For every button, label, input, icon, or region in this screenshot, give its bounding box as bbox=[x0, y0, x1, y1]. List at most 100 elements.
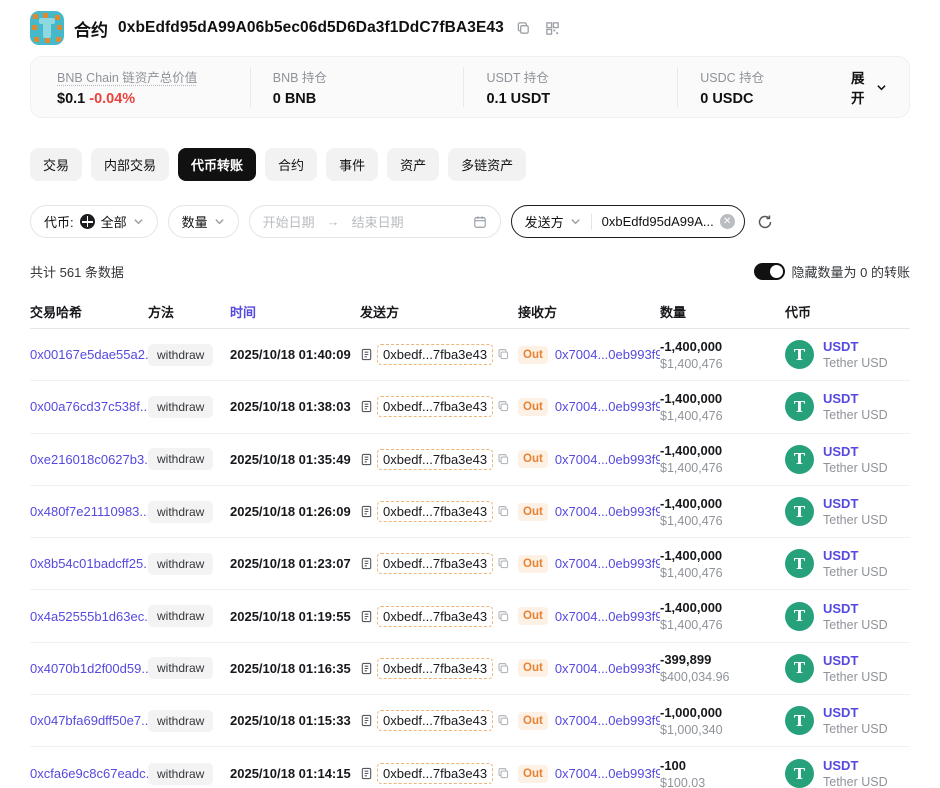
token-symbol-link[interactable]: USDT bbox=[823, 391, 858, 406]
contract-page: 合约 0xbEdfd95dA99A06b5ec06d5D6Da3f1DdC7fB… bbox=[0, 0, 940, 788]
transfer-amount: -1,400,000 bbox=[660, 496, 785, 511]
tab-multichain-assets[interactable]: 多链资产 bbox=[448, 148, 526, 181]
transfer-usd-value: $1,400,476 bbox=[660, 357, 785, 371]
contract-icon bbox=[360, 453, 373, 466]
tab-internal-transactions[interactable]: 内部交易 bbox=[91, 148, 169, 181]
hide-zero-toggle-wrap[interactable]: 隐藏数量为 0 的转账 bbox=[754, 262, 910, 281]
tx-hash-link[interactable]: 0x4070b1d2f00d59... bbox=[30, 661, 148, 676]
table-header: 交易哈希 方法 时间 发送方 接收方 数量 代币 bbox=[30, 295, 910, 329]
transfer-usd-value: $1,000,340 bbox=[660, 723, 785, 737]
total-count-text: 共计 561 条数据 bbox=[30, 262, 124, 281]
tab-assets[interactable]: 资产 bbox=[387, 148, 439, 181]
table-row: 0x00a76cd37c538f... withdraw 2025/10/18 … bbox=[30, 381, 910, 433]
tx-hash-link[interactable]: 0x047bfa69dff50e7... bbox=[30, 713, 148, 728]
receiver-address-link[interactable]: 0x7004...0eb993f92f bbox=[555, 766, 660, 781]
tx-hash-link[interactable]: 0x00167e5dae55a2... bbox=[30, 347, 148, 362]
transfer-usd-value: $1,400,476 bbox=[660, 618, 785, 632]
usdt-token-icon: T bbox=[785, 549, 814, 578]
tab-contract[interactable]: 合约 bbox=[265, 148, 317, 181]
receiver-address-link[interactable]: 0x7004...0eb993f92f bbox=[555, 556, 660, 571]
sender-address[interactable]: 0xbedf...7fba3e43 bbox=[377, 553, 493, 574]
usdt-token-icon: T bbox=[785, 602, 814, 631]
sender-filter-active[interactable]: 发送方 0xbEdfd95dA99A... ✕ bbox=[511, 205, 745, 238]
tx-time: 2025/10/18 01:15:33 bbox=[230, 713, 360, 728]
tx-time: 2025/10/18 01:23:07 bbox=[230, 556, 360, 571]
copy-icon[interactable] bbox=[497, 610, 510, 623]
method-badge: withdraw bbox=[148, 553, 213, 575]
tx-hash-link[interactable]: 0x00a76cd37c538f... bbox=[30, 399, 148, 414]
clear-filter-icon[interactable]: ✕ bbox=[720, 214, 735, 229]
token-name: Tether USD bbox=[823, 461, 888, 475]
table-row: 0x00167e5dae55a2... withdraw 2025/10/18 … bbox=[30, 329, 910, 381]
receiver-address-link[interactable]: 0x7004...0eb993f92f bbox=[555, 347, 660, 362]
tx-hash-link[interactable]: 0x480f7e21110983... bbox=[30, 504, 148, 519]
sender-address[interactable]: 0xbedf...7fba3e43 bbox=[377, 396, 493, 417]
copy-icon[interactable] bbox=[497, 505, 510, 518]
tx-hash-link[interactable]: 0xcfa6e9c8c67eadc... bbox=[30, 766, 148, 781]
sender-address[interactable]: 0xbedf...7fba3e43 bbox=[377, 710, 493, 731]
token-name: Tether USD bbox=[823, 565, 888, 579]
copy-icon[interactable] bbox=[497, 453, 510, 466]
token-symbol-link[interactable]: USDT bbox=[823, 758, 858, 773]
sender-address[interactable]: 0xbedf...7fba3e43 bbox=[377, 606, 493, 627]
sender-address[interactable]: 0xbedf...7fba3e43 bbox=[377, 449, 493, 470]
col-time-sort[interactable]: 时间 bbox=[230, 302, 360, 321]
receiver-address-link[interactable]: 0x7004...0eb993f92f bbox=[555, 504, 660, 519]
token-symbol-link[interactable]: USDT bbox=[823, 705, 858, 720]
expand-button[interactable]: 展开 bbox=[844, 67, 887, 107]
table-row: 0x4070b1d2f00d59... withdraw 2025/10/18 … bbox=[30, 643, 910, 695]
token-symbol-link[interactable]: USDT bbox=[823, 548, 858, 563]
token-filter-dropdown[interactable]: 代币: 全部 bbox=[30, 205, 158, 238]
amount-filter-dropdown[interactable]: 数量 bbox=[168, 205, 239, 238]
stat-total-value-label: BNB Chain 链资产总价值 bbox=[57, 67, 228, 86]
token-name: Tether USD bbox=[823, 618, 888, 632]
tx-time: 2025/10/18 01:40:09 bbox=[230, 347, 360, 362]
copy-icon[interactable] bbox=[497, 557, 510, 570]
token-symbol-link[interactable]: USDT bbox=[823, 444, 858, 459]
copy-icon[interactable] bbox=[497, 767, 510, 780]
receiver-address-link[interactable]: 0x7004...0eb993f92f bbox=[555, 713, 660, 728]
tx-hash-link[interactable]: 0x4a52555b1d63ec... bbox=[30, 609, 148, 624]
tx-time: 2025/10/18 01:35:49 bbox=[230, 452, 360, 467]
tx-hash-link[interactable]: 0xe216018c0627b3... bbox=[30, 452, 148, 467]
copy-icon[interactable] bbox=[497, 400, 510, 413]
copy-icon[interactable] bbox=[497, 714, 510, 727]
direction-badge: Out bbox=[518, 607, 548, 625]
col-receiver: 接收方 bbox=[518, 302, 660, 321]
direction-badge: Out bbox=[518, 450, 548, 468]
stat-change-percent: -0.04% bbox=[89, 91, 135, 107]
receiver-address-link[interactable]: 0x7004...0eb993f92f bbox=[555, 661, 660, 676]
tab-token-transfers[interactable]: 代币转账 bbox=[178, 148, 256, 181]
token-symbol-link[interactable]: USDT bbox=[823, 496, 858, 511]
tab-transactions[interactable]: 交易 bbox=[30, 148, 82, 181]
receiver-address-link[interactable]: 0x7004...0eb993f92f bbox=[555, 399, 660, 414]
date-range-input[interactable]: 开始日期 → 结束日期 bbox=[249, 205, 501, 238]
transfer-amount: -100 bbox=[660, 758, 785, 773]
transfer-amount: -1,000,000 bbox=[660, 705, 785, 720]
sender-address[interactable]: 0xbedf...7fba3e43 bbox=[377, 763, 493, 784]
receiver-address-link[interactable]: 0x7004...0eb993f92f bbox=[555, 609, 660, 624]
sender-address[interactable]: 0xbedf...7fba3e43 bbox=[377, 501, 493, 522]
hide-zero-toggle[interactable] bbox=[754, 263, 785, 280]
col-token: 代币 bbox=[785, 302, 910, 321]
tab-events[interactable]: 事件 bbox=[326, 148, 378, 181]
token-symbol-link[interactable]: USDT bbox=[823, 601, 858, 616]
copy-icon[interactable] bbox=[497, 348, 510, 361]
sender-address[interactable]: 0xbedf...7fba3e43 bbox=[377, 344, 493, 365]
qr-code-icon[interactable] bbox=[543, 19, 562, 38]
refresh-icon[interactable] bbox=[757, 214, 773, 230]
token-symbol-link[interactable]: USDT bbox=[823, 339, 858, 354]
table-row: 0x480f7e21110983... withdraw 2025/10/18 … bbox=[30, 486, 910, 538]
sender-address[interactable]: 0xbedf...7fba3e43 bbox=[377, 658, 493, 679]
usdt-token-icon: T bbox=[785, 654, 814, 683]
col-tx-hash: 交易哈希 bbox=[30, 302, 148, 321]
token-symbol-link[interactable]: USDT bbox=[823, 653, 858, 668]
col-amount: 数量 bbox=[660, 302, 785, 321]
tx-hash-link[interactable]: 0x8b54c01badcff25... bbox=[30, 556, 148, 571]
tx-time: 2025/10/18 01:16:35 bbox=[230, 661, 360, 676]
copy-icon[interactable] bbox=[497, 662, 510, 675]
usdt-token-icon: T bbox=[785, 340, 814, 369]
copy-address-icon[interactable] bbox=[514, 19, 533, 38]
receiver-address-link[interactable]: 0x7004...0eb993f92f bbox=[555, 452, 660, 467]
stat-usdt-holding: USDT 持仓 0.1 USDT bbox=[463, 67, 677, 107]
